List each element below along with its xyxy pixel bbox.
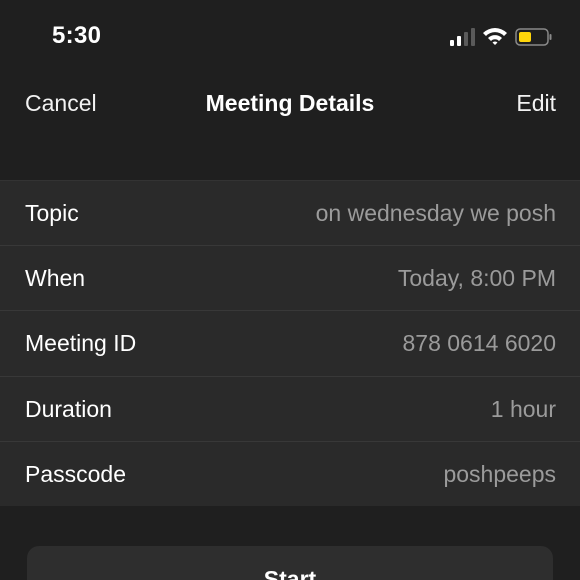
- detail-label: Topic: [25, 200, 79, 226]
- detail-label: Passcode: [25, 460, 127, 487]
- detail-row-when[interactable]: When Today, 8:00 PM: [0, 246, 580, 312]
- edit-button[interactable]: Edit: [516, 90, 556, 117]
- battery-icon: [515, 28, 552, 46]
- detail-value: poshpeeps: [443, 460, 556, 487]
- detail-row-meeting-id[interactable]: Meeting ID 878 0614 6020: [0, 311, 580, 377]
- detail-value: 878 0614 6020: [402, 330, 557, 357]
- detail-value: 1 hour: [490, 395, 556, 422]
- cellular-signal-icon: [450, 28, 476, 46]
- meeting-details-list: Topic on wednesday we posh When Today, 8…: [0, 180, 580, 506]
- navigation-bar: Cancel Meeting Details Edit: [0, 72, 580, 138]
- detail-label: When: [25, 265, 86, 292]
- start-button[interactable]: Start: [27, 546, 553, 580]
- status-bar: 5:30: [0, 0, 580, 72]
- detail-value: Today, 8:00 PM: [397, 265, 556, 292]
- detail-row-passcode[interactable]: Passcode poshpeeps: [0, 442, 580, 507]
- detail-row-topic[interactable]: Topic on wednesday we posh: [0, 181, 580, 247]
- wifi-icon: [483, 28, 507, 45]
- detail-label: Duration: [25, 395, 112, 422]
- detail-label: Meeting ID: [25, 330, 137, 357]
- status-time: 5:30: [52, 22, 102, 49]
- detail-row-duration[interactable]: Duration 1 hour: [0, 377, 580, 442]
- detail-value: on wednesday we posh: [315, 200, 556, 226]
- meeting-details-screen: 5:30 Cancel Meeting Details Edit Topic o…: [0, 0, 580, 580]
- start-button-label: Start: [263, 566, 317, 580]
- page-title: Meeting Details: [205, 90, 375, 116]
